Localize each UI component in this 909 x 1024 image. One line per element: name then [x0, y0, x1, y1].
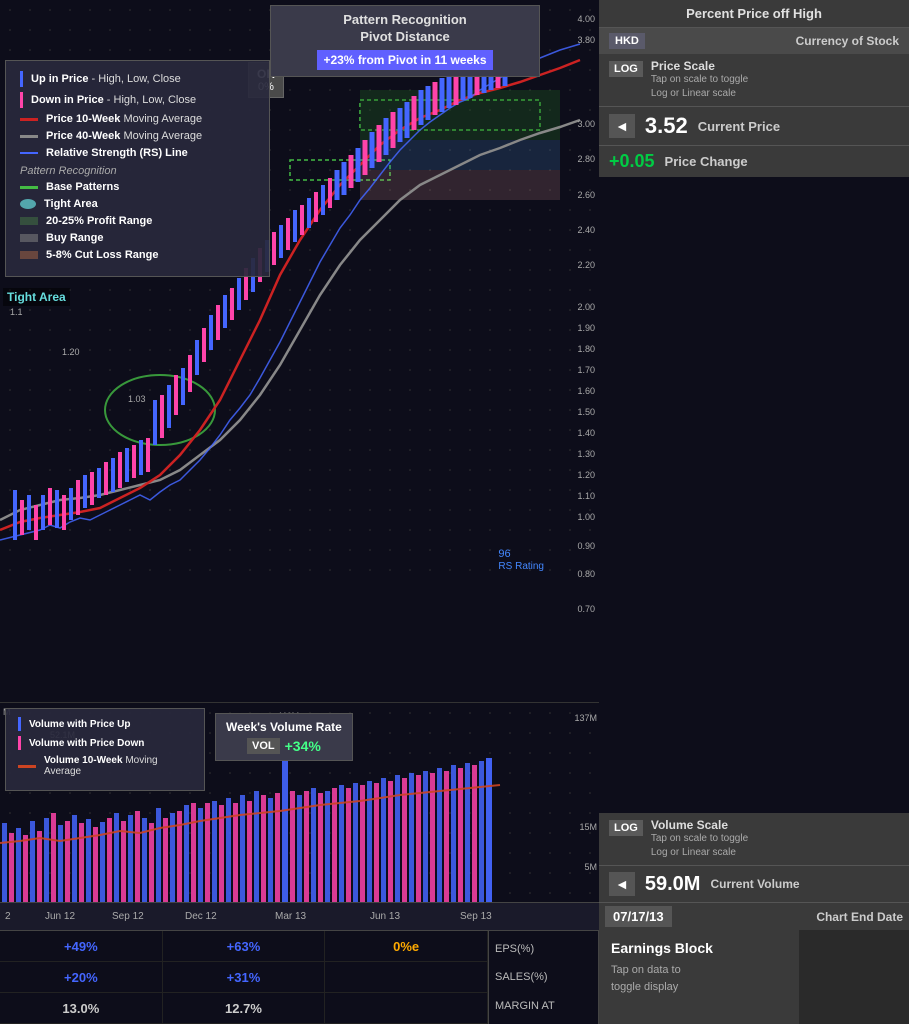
vol-legend-down: Volume with Price Down [18, 736, 192, 750]
price-change-label: Price Change [665, 154, 748, 169]
legend-up-price: Up in Price - High, Low, Close [20, 71, 255, 87]
date-label-mar13: Mar 13 [275, 911, 306, 922]
price-chart-area: Pattern RecognitionPivot Distance +23% f… [0, 0, 599, 702]
percent-price-off-high: Percent Price off High [599, 0, 909, 28]
date-label-jun13: Jun 13 [370, 911, 400, 922]
svg-text:1.20: 1.20 [62, 347, 80, 357]
eps-label: EPS(%) [495, 943, 592, 955]
date-label-2: 2 [5, 911, 11, 922]
main-container: Pattern RecognitionPivot Distance +23% f… [0, 0, 909, 1024]
legend-box: Up in Price - High, Low, Close Down in P… [5, 60, 270, 277]
end-date-label: Chart End Date [816, 910, 903, 924]
volume-rate-box[interactable]: Week's Volume Rate VOL +34% [215, 713, 353, 761]
pattern-box-title: Pattern RecognitionPivot Distance [277, 12, 533, 46]
vol-badge: VOL [247, 738, 280, 754]
pattern-box-value: +23% from Pivot in 11 weeks [317, 50, 492, 70]
current-price-value: 3.52 [645, 113, 688, 139]
current-volume-value: 59.0M [645, 873, 701, 896]
date-label-dec12: Dec 12 [185, 911, 217, 922]
earnings-eps-col1[interactable]: +49% [0, 931, 163, 962]
date-label-jun12: Jun 12 [45, 911, 75, 922]
sales-label: SALES(%) [495, 971, 592, 983]
price-axis: 4.00 3.80 3.00 2.80 2.60 2.40 2.20 2.00 … [557, 0, 597, 702]
legend-rs-line: Relative Strength (RS) Line [20, 147, 255, 159]
chart-end-date: 07/17/13 Chart End Date [599, 902, 909, 930]
price-scale-description: Tap on scale to toggle Log or Linear sca… [651, 73, 748, 101]
legend-40wk-ma: Price 40-Week Moving Average [20, 130, 255, 142]
earnings-right-panel[interactable]: Earnings Block Tap on data to toggle dis… [599, 930, 799, 1024]
end-date-value: 07/17/13 [605, 906, 672, 927]
earnings-margin-col2[interactable]: 12.7% [163, 993, 326, 1024]
vol-tick-15m: 15M [579, 822, 597, 832]
hkd-badge[interactable]: HKD [609, 33, 645, 49]
rs-rating: 96 RS Rating [498, 548, 544, 572]
current-volume-section: ◄ 59.0M Current Volume [599, 865, 909, 902]
volume-section: Volume with Price Up Volume with Price D… [0, 702, 599, 902]
legend-cut-loss: 5-8% Cut Loss Range [20, 249, 255, 261]
earnings-block-title: Earnings Block [611, 940, 787, 956]
legend-profit-range: 20-25% Profit Range [20, 215, 255, 227]
legend-down-price: Down in Price - High, Low, Close [20, 92, 255, 108]
volume-scale-label: Volume Scale [651, 818, 748, 832]
current-price-label: Current Price [698, 119, 780, 134]
tight-area-label: Tight Area [3, 288, 70, 306]
volume-legend: Volume with Price Up Volume with Price D… [5, 708, 205, 791]
earnings-block-subtitle: Tap on data to toggle display [611, 962, 787, 995]
vol-legend-ma: Volume 10-Week Moving Average [18, 755, 192, 777]
current-price-section: ◄ 3.52 Current Price [599, 106, 909, 145]
date-label-sep13: Sep 13 [460, 911, 492, 922]
price-change-section: +0.05 Price Change [599, 145, 909, 177]
svg-text:1.1: 1.1 [10, 307, 23, 317]
vol-rate-value: +34% [285, 738, 321, 754]
legend-pattern-section: Pattern Recognition [20, 165, 255, 177]
earnings-section: +49% +63% 0%e +20% +31% 13.0% 12.7% EPS(… [0, 930, 599, 1024]
vol-log-badge[interactable]: LOG [609, 820, 643, 836]
earnings-sales-col3[interactable] [325, 962, 488, 993]
vol-tick-137m: 137M [574, 713, 597, 723]
legend-buy-range: Buy Range [20, 232, 255, 244]
currency-row: HKD Currency of Stock [599, 28, 909, 54]
legend-base-patterns: Base Patterns [20, 181, 255, 193]
earnings-data[interactable]: +49% +63% 0%e +20% +31% 13.0% 12.7% [0, 931, 489, 1024]
price-change-value: +0.05 [609, 151, 655, 172]
date-bar: 2 Jun 12 Sep 12 Dec 12 Mar 13 Jun 13 Sep… [0, 902, 599, 930]
pattern-recognition-box[interactable]: Pattern RecognitionPivot Distance +23% f… [270, 5, 540, 77]
earnings-eps-col2[interactable]: +63% [163, 931, 326, 962]
legend-tight-area: Tight Area [20, 198, 255, 210]
right-panel: Percent Price off High HKD Currency of S… [599, 0, 909, 1024]
log-badge[interactable]: LOG [609, 61, 643, 77]
price-scale-label: Price Scale [651, 59, 748, 73]
legend-10wk-ma: Price 10-Week Moving Average [20, 113, 255, 125]
volume-rate-title: Week's Volume Rate [226, 720, 342, 734]
vol-tick-5m: 5M [584, 862, 597, 872]
earnings-eps-col3[interactable]: 0%e [325, 931, 488, 962]
volume-scale-row[interactable]: LOG Volume Scale Tap on scale to toggle … [599, 813, 909, 865]
earnings-labels: EPS(%) SALES(%) MARGIN AT [489, 931, 599, 1024]
volume-scale-description: Tap on scale to toggle Log or Linear sca… [651, 832, 748, 860]
earnings-sales-col1[interactable]: +20% [0, 962, 163, 993]
svg-text:1.03: 1.03 [128, 394, 146, 404]
price-arrow: ◄ [609, 114, 635, 138]
vol-legend-up: Volume with Price Up [18, 717, 192, 731]
price-scale-row[interactable]: LOG Price Scale Tap on scale to toggle L… [599, 54, 909, 106]
earnings-margin-col1[interactable]: 13.0% [0, 993, 163, 1024]
earnings-sales-col2[interactable]: +31% [163, 962, 326, 993]
right-chart-spacer [599, 177, 909, 813]
right-date-spacer: 07/17/13 Chart End Date [599, 902, 909, 930]
earnings-margin-col3[interactable] [325, 993, 488, 1024]
currency-label: Currency of Stock [796, 34, 899, 48]
current-volume-label: Current Volume [710, 877, 799, 891]
margin-label: MARGIN AT [495, 1000, 592, 1012]
date-label-sep12: Sep 12 [112, 911, 144, 922]
vol-arrow: ◄ [609, 872, 635, 896]
